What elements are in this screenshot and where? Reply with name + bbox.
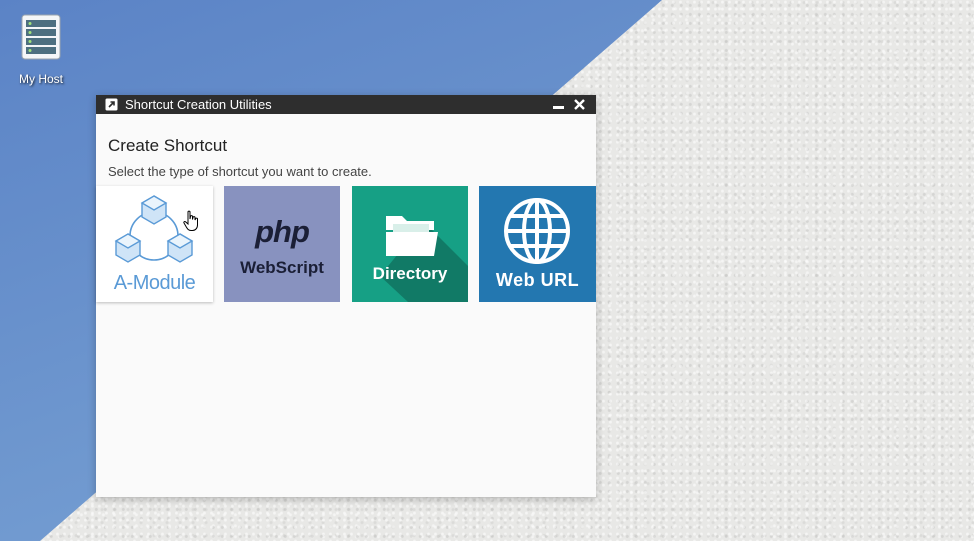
tile-a-module[interactable]: A-Module — [96, 186, 213, 302]
tile-web-url-label: Web URL — [495, 270, 580, 290]
tile-web-url[interactable]: Web URL — [479, 186, 596, 302]
page-title: Create Shortcut — [108, 136, 228, 155]
tile-a-module-label: A-Module — [113, 272, 196, 294]
desktop-icon-label: My Host — [18, 72, 63, 86]
close-icon[interactable] — [573, 98, 586, 111]
tile-directory-label: Directory — [372, 264, 448, 283]
shortcut-window: Shortcut Creation Utilities Create Short… — [96, 95, 596, 497]
shortcut-type-tiles: A-Module php WebScript Directory Web URL — [96, 186, 596, 302]
tile-directory[interactable]: Directory — [352, 186, 468, 302]
tile-webscript-label: WebScript — [240, 258, 324, 277]
desktop-icon-my-host[interactable]: My Host — [10, 14, 72, 86]
window-title: Shortcut Creation Utilities — [125, 97, 272, 112]
php-logo-icon: php — [255, 214, 310, 249]
tile-webscript[interactable]: php WebScript — [224, 186, 340, 302]
desktop: My Host Shortcut Creation Utilities Crea… — [0, 0, 974, 541]
window-titlebar[interactable]: Shortcut Creation Utilities — [96, 95, 596, 114]
folder-icon — [380, 216, 468, 302]
minimize-icon[interactable] — [552, 98, 565, 111]
server-icon — [21, 14, 61, 60]
page-subtitle: Select the type of shortcut you want to … — [108, 164, 372, 179]
window-content: Create Shortcut Select the type of short… — [96, 114, 596, 179]
shortcut-arrow-icon — [105, 98, 118, 111]
